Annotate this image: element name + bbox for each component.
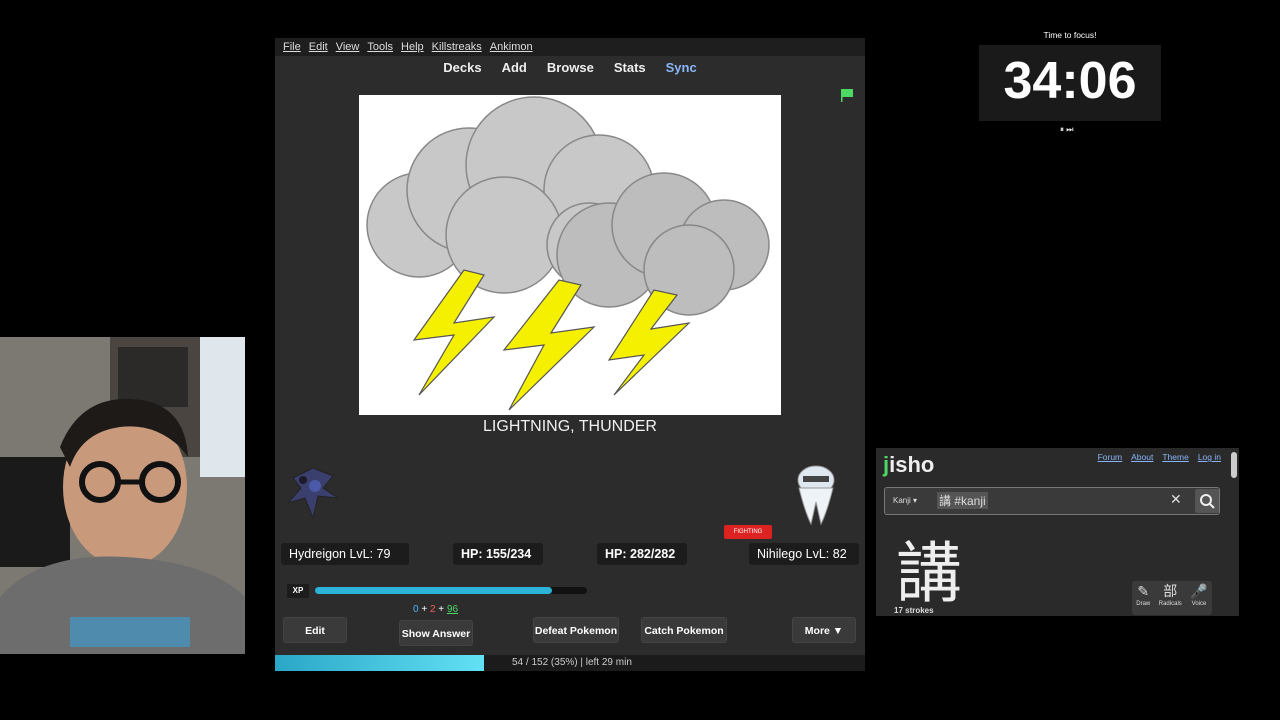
webcam-image	[0, 337, 245, 654]
card-image	[359, 95, 781, 415]
stroke-count: 17 strokes	[894, 606, 934, 615]
review-progress-text: 54 / 152 (35%) | left 29 min	[512, 657, 632, 668]
radicals-tool[interactable]: 部 Radicals	[1159, 581, 1182, 615]
search-mode-select[interactable]: Kanji ▾	[893, 496, 917, 505]
card-answer-text: LIGHTNING, THUNDER	[483, 418, 657, 435]
toolbar-sync[interactable]: Sync	[666, 60, 697, 75]
enemy-pokemon-name: Nihilego LvL: 82	[749, 543, 859, 565]
jisho-logo-rest: isho	[889, 452, 935, 477]
jisho-nav-forum[interactable]: Forum	[1098, 452, 1123, 462]
menu-bar: File Edit View Tools Help Killstreaks An…	[275, 38, 865, 56]
timer-label: Time to focus!	[1043, 30, 1097, 40]
jisho-search-bar: Kanji ▾ 講 #kanji ✕	[884, 487, 1220, 515]
hydreigon-sprite	[286, 467, 339, 520]
xp-gain: 0 + 2 + 96	[413, 604, 458, 615]
xp-gain-plus: +	[435, 604, 447, 615]
review-progress-fill	[275, 655, 485, 671]
toolbar-stats[interactable]: Stats	[614, 60, 646, 75]
kanji-result: 講	[896, 535, 962, 612]
menu-help[interactable]: Help	[401, 41, 424, 53]
jisho-nav-login[interactable]: Log in	[1198, 452, 1221, 462]
menu-tools[interactable]: Tools	[367, 41, 393, 53]
menu-file[interactable]: File	[283, 41, 301, 53]
toolbar-decks[interactable]: Decks	[443, 60, 481, 75]
menu-killstreaks[interactable]: Killstreaks	[432, 41, 482, 53]
radicals-label: Radicals	[1158, 601, 1182, 607]
voice-icon: 🎤	[1190, 583, 1208, 599]
thunderstorm-image	[359, 95, 781, 415]
focus-timer: 34:06	[979, 45, 1161, 121]
anki-window: File Edit View Tools Help Killstreaks An…	[275, 38, 865, 671]
jisho-nav-about[interactable]: About	[1131, 452, 1153, 462]
voice-tool[interactable]: 🎤 Voice	[1190, 581, 1207, 615]
xp-bar	[315, 587, 587, 594]
toolbar-browse[interactable]: Browse	[547, 60, 594, 75]
defeat-pokemon-button[interactable]: Defeat Pokemon	[533, 617, 619, 643]
more-button[interactable]: More ▼	[792, 617, 856, 643]
clear-icon[interactable]: ✕	[1170, 491, 1182, 508]
menu-edit[interactable]: Edit	[309, 41, 328, 53]
draw-tool[interactable]: ✎ Draw	[1136, 581, 1150, 615]
timer-value: 34:06	[1003, 52, 1137, 110]
nihilego-sprite	[797, 465, 835, 526]
xp-bar-fill	[315, 587, 552, 594]
jisho-nav: Forum About Theme Log in	[1098, 452, 1221, 462]
jisho-window: jisho Forum About Theme Log in Kanji ▾ 講…	[876, 448, 1239, 616]
draw-icon: ✎	[1137, 583, 1150, 599]
scrollbar[interactable]	[1231, 452, 1237, 478]
input-tools: ✎ Draw 部 Radicals 🎤 Voice	[1132, 581, 1212, 615]
type-badge: FIGHTING	[724, 525, 772, 539]
search-button[interactable]	[1195, 489, 1219, 513]
menu-ankimon[interactable]: Ankimon	[490, 41, 533, 53]
radicals-icon: 部	[1163, 583, 1178, 599]
player-hp: HP: 155/234	[453, 543, 543, 565]
main-toolbar: Decks Add Browse Stats Sync	[275, 56, 865, 78]
jisho-nav-theme[interactable]: Theme	[1162, 452, 1188, 462]
enemy-hp: HP: 282/282	[597, 543, 687, 565]
menu-view[interactable]: View	[336, 41, 360, 53]
catch-pokemon-button[interactable]: Catch Pokemon	[641, 617, 727, 643]
xp-gain-total[interactable]: 96	[447, 604, 458, 615]
timer-controls[interactable]: ⏸ ⏭	[1060, 125, 1073, 135]
player-pokemon-name: Hydreigon LvL: 79	[281, 543, 409, 565]
toolbar-add[interactable]: Add	[502, 60, 527, 75]
draw-label: Draw	[1136, 601, 1151, 607]
search-icon	[1200, 494, 1215, 509]
show-answer-button[interactable]: Show Answer	[399, 620, 473, 646]
flag-icon[interactable]	[840, 88, 854, 102]
webcam-feed	[0, 337, 245, 654]
xp-gain-plus: +	[418, 604, 430, 615]
search-input[interactable]: 講 #kanji	[937, 492, 988, 509]
voice-label: Voice	[1191, 601, 1207, 607]
xp-label: XP	[287, 584, 309, 598]
edit-button[interactable]: Edit	[283, 617, 347, 643]
jisho-logo[interactable]: jisho	[883, 452, 934, 478]
